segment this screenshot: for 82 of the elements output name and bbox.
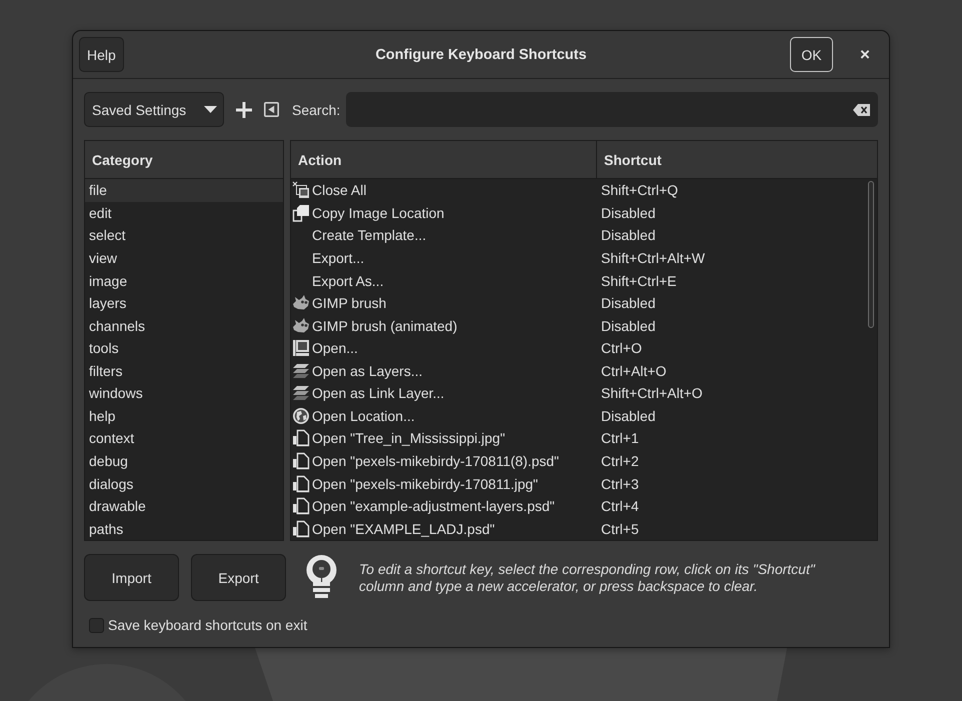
shortcut-label: Ctrl+O — [600, 340, 643, 356]
action-label: Open "example-adjustment-layers.psd" — [312, 498, 555, 514]
shortcut-label: Ctrl+2 — [600, 453, 640, 470]
layers-icon — [292, 362, 310, 380]
shortcut-label: Shift+Ctrl+Alt+W — [600, 250, 706, 266]
category-item[interactable]: image — [85, 269, 283, 292]
category-item[interactable]: debug — [85, 450, 283, 472]
file-icon — [292, 474, 310, 493]
category-item[interactable]: channels — [85, 314, 283, 337]
globe-icon — [292, 406, 310, 425]
shortcut-label: Disabled — [600, 227, 656, 244]
animal-icon — [292, 294, 310, 312]
file-icon — [292, 452, 310, 470]
action-label: Open... — [312, 340, 358, 356]
caret-icon — [204, 106, 217, 113]
window-title: Configure Keyboard Shortcuts — [375, 46, 587, 62]
footer-button[interactable]: Export — [191, 554, 286, 601]
action-label: Open Location... — [312, 408, 415, 424]
column-header[interactable]: Shortcut — [597, 141, 877, 178]
hint-text: To edit a shortcut key, select the corresponding row, click on its "Shortcut" column and type a new accelerator, or press backspace to clear. — [359, 561, 816, 595]
pages-icon — [292, 204, 310, 222]
action-label: Close All — [312, 182, 366, 198]
action-label: GIMP brush — [312, 295, 386, 312]
close-all-icon — [292, 181, 310, 200]
action-label: Export... — [312, 250, 364, 266]
category-item[interactable]: tools — [85, 336, 283, 360]
shortcut-label: Ctrl+1 — [600, 430, 640, 446]
saved-settings-dropdown[interactable]: Saved Settings — [84, 92, 224, 127]
animal-icon — [292, 316, 310, 335]
category-item[interactable]: context — [85, 427, 283, 450]
category-item[interactable]: filters — [85, 360, 283, 382]
help-button[interactable]: Help — [79, 37, 124, 72]
action-label: Open as Link Layer... — [312, 385, 444, 402]
category-item[interactable]: drawable — [85, 494, 283, 518]
category-item[interactable]: view — [85, 246, 283, 270]
footer-button[interactable]: Import — [84, 554, 179, 601]
category-item[interactable]: file — [85, 179, 283, 202]
shortcut-label: Ctrl+3 — [600, 476, 640, 492]
action-label: Open "pexels-mikebirdy-170811(8).psd" — [312, 453, 560, 470]
file-icon — [292, 520, 310, 538]
category-item[interactable]: layers — [85, 292, 283, 314]
shortcut-label: Ctrl+Alt+O — [600, 362, 668, 379]
category-item[interactable]: dialogs — [85, 472, 283, 495]
lightbulb-icon — [305, 554, 338, 601]
close-button[interactable]: × — [854, 42, 876, 66]
shortcut-label: Disabled — [600, 408, 656, 424]
checkbox[interactable] — [89, 618, 104, 632]
shortcut-label: Shift+Ctrl+Alt+O — [600, 385, 704, 402]
action-label: GIMP brush (animated) — [312, 318, 458, 334]
shortcut-label: Disabled — [600, 295, 656, 312]
column-header[interactable]: Action — [291, 141, 597, 178]
category-item[interactable]: windows — [85, 382, 283, 405]
action-label: Open as Layers... — [312, 362, 423, 379]
checkbox-label[interactable]: Save keyboard shortcuts on exit — [108, 617, 308, 633]
search-field[interactable] — [346, 92, 878, 127]
shortcut-label: Disabled — [600, 318, 656, 334]
image-file-icon — [292, 339, 310, 358]
shortcut-label: Shift+Ctrl+Q — [600, 182, 680, 198]
category-item[interactable]: paths — [85, 517, 283, 540]
shortcut-label: Disabled — [600, 204, 656, 221]
file-icon — [292, 497, 310, 516]
action-label: Export As... — [312, 272, 384, 289]
plus-icon[interactable] — [236, 102, 252, 118]
category-item[interactable]: select — [85, 224, 283, 247]
scrollbar[interactable] — [868, 181, 874, 328]
action-label: Open "pexels-mikebirdy-170811.jpg" — [312, 476, 538, 492]
layers-icon — [292, 384, 310, 402]
category-item[interactable]: help — [85, 404, 283, 428]
file-icon — [292, 429, 310, 448]
action-label: Copy Image Location — [312, 204, 444, 221]
search-label: Search: — [292, 102, 340, 118]
clear-icon[interactable] — [853, 104, 870, 116]
category-item[interactable]: edit — [85, 202, 283, 224]
action-label: Create Template... — [312, 227, 426, 244]
shortcut-label: Ctrl+5 — [600, 520, 640, 537]
shortcut-label: Shift+Ctrl+E — [600, 272, 678, 289]
action-label: Open "EXAMPLE_LADJ.psd" — [312, 520, 495, 537]
arrow-box-icon[interactable] — [264, 102, 279, 117]
shortcut-label: Ctrl+4 — [600, 498, 640, 514]
ok-button[interactable]: OK — [790, 37, 833, 72]
action-label: Open "Tree_in_Mississippi.jpg" — [312, 430, 506, 446]
column-header[interactable]: Category — [85, 141, 283, 179]
